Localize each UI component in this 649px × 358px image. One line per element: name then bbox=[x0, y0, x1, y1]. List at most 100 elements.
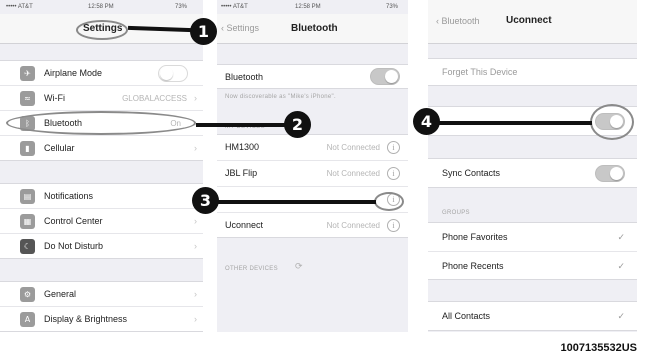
contact-groups-list: Phone Favorites ✓ Phone Recents ✓ bbox=[428, 222, 637, 280]
groups-header: GROUPS bbox=[442, 210, 470, 216]
status-bar: ••••• AT&T 12:58 PM 73% bbox=[217, 0, 408, 14]
group-row-phone-favorites[interactable]: Phone Favorites ✓ bbox=[428, 223, 637, 252]
wifi-icon: ≈ bbox=[20, 91, 35, 106]
bluetooth-row-highlight bbox=[6, 111, 196, 135]
row-label: Control Center bbox=[44, 216, 103, 226]
row-label: Cellular bbox=[44, 143, 75, 153]
forget-device-group: Forget This Device bbox=[428, 58, 637, 86]
device-status: Not Connected bbox=[326, 221, 380, 230]
device-row-uconnect[interactable]: Uconnect Not Connected i bbox=[217, 213, 408, 239]
group-row-phone-recents[interactable]: Phone Recents ✓ bbox=[428, 252, 637, 281]
cellular-icon: ▮ bbox=[20, 141, 35, 156]
info-icon[interactable]: i bbox=[387, 167, 400, 180]
info-icon-highlight bbox=[374, 192, 404, 211]
do-not-disturb-icon: ☾ bbox=[20, 239, 35, 254]
row-label: General bbox=[44, 289, 77, 299]
discoverable-note: Now discoverable as "Mike's iPhone". bbox=[225, 94, 336, 100]
callout-4: 4 bbox=[413, 108, 440, 135]
settings-row-notifications[interactable]: ▤ Notifications › bbox=[0, 184, 203, 209]
status-time: 12:58 PM bbox=[295, 4, 321, 10]
forget-device-button[interactable]: Forget This Device bbox=[442, 67, 517, 77]
uconnect-device-screen: ‹ Bluetooth Uconnect Forget This Device … bbox=[428, 0, 637, 332]
sync-contacts-toggle[interactable] bbox=[595, 165, 625, 182]
reference-code: 1007135532US bbox=[560, 342, 637, 354]
row-label: Airplane Mode bbox=[44, 68, 103, 78]
settings-row-cellular[interactable]: ▮ Cellular › bbox=[0, 136, 203, 161]
spinner-icon: ⟳ bbox=[295, 261, 303, 271]
device-name: JBL Flip bbox=[225, 168, 258, 178]
settings-row-display-brightness[interactable]: A Display & Brightness › bbox=[0, 307, 203, 332]
notifications-icon: ▤ bbox=[20, 189, 35, 204]
chevron-right-icon: › bbox=[194, 241, 197, 251]
settings-row-control-center[interactable]: ▦ Control Center › bbox=[0, 209, 203, 234]
checkmark-icon: ✓ bbox=[617, 311, 625, 321]
wifi-network-value: GLOBALACCESS bbox=[122, 94, 187, 103]
toggle-highlight bbox=[590, 104, 634, 140]
other-devices-header: OTHER DEVICES bbox=[225, 266, 278, 272]
bluetooth-screen: ••••• AT&T 12:58 PM 73% ‹ Settings Bluet… bbox=[217, 0, 408, 332]
carrier-label: ••••• AT&T bbox=[6, 4, 33, 10]
settings-row-general[interactable]: ⚙ General › bbox=[0, 282, 203, 307]
row-label: Phone Recents bbox=[442, 261, 504, 271]
bluetooth-navbar: ‹ Settings Bluetooth bbox=[217, 14, 408, 44]
row-label: Bluetooth bbox=[225, 72, 264, 82]
page-title: Uconnect bbox=[506, 15, 552, 26]
chevron-right-icon: › bbox=[194, 143, 197, 153]
settings-title-highlight bbox=[76, 20, 128, 40]
group-row-all-contacts[interactable]: All Contacts ✓ bbox=[428, 302, 637, 332]
back-button-bluetooth[interactable]: ‹ Bluetooth bbox=[436, 16, 480, 26]
general-icon: ⚙ bbox=[20, 287, 35, 302]
control-center-icon: ▦ bbox=[20, 214, 35, 229]
row-label: All Contacts bbox=[442, 311, 491, 321]
row-label: Sync Contacts bbox=[442, 168, 501, 178]
info-icon[interactable]: i bbox=[387, 219, 400, 232]
info-icon[interactable]: i bbox=[387, 141, 400, 154]
back-label: Bluetooth bbox=[441, 16, 480, 26]
callout-4-leader bbox=[438, 121, 592, 125]
device-status: Not Connected bbox=[326, 143, 380, 152]
carrier-label: ••••• AT&T bbox=[221, 4, 248, 10]
callout-3-leader bbox=[215, 200, 376, 204]
checkmark-icon: ✓ bbox=[617, 232, 625, 242]
all-contacts-group: All Contacts ✓ bbox=[428, 301, 637, 331]
callout-3: 3 bbox=[192, 187, 219, 214]
device-name: HM1300 bbox=[225, 142, 260, 152]
settings-row-airplane-mode[interactable]: ✈ Airplane Mode bbox=[0, 61, 203, 86]
row-label: Do Not Disturb bbox=[44, 241, 104, 251]
callout-2: 2 bbox=[284, 111, 311, 138]
bluetooth-toggle-group: Bluetooth bbox=[217, 64, 408, 89]
battery-percent: 73% bbox=[385, 4, 398, 10]
page-title: Bluetooth bbox=[291, 23, 338, 34]
back-button-settings[interactable]: ‹ Settings bbox=[221, 23, 259, 33]
row-label: Phone Favorites bbox=[442, 232, 508, 242]
status-time: 12:58 PM bbox=[88, 4, 114, 10]
row-label: Wi-Fi bbox=[44, 93, 65, 103]
settings-screen: ••••• AT&T 12:58 PM 73% Settings ✈ Airpl… bbox=[0, 0, 203, 332]
device-status: Not Connected bbox=[326, 169, 380, 178]
row-label: Display & Brightness bbox=[44, 314, 128, 324]
bluetooth-toggle[interactable] bbox=[370, 68, 400, 85]
device-row-jbl-flip[interactable]: JBL Flip Not Connected i bbox=[217, 161, 408, 187]
sync-contacts-group: Sync Contacts bbox=[428, 158, 637, 188]
callout-2-leader bbox=[196, 123, 288, 127]
device-name: Uconnect bbox=[225, 220, 264, 230]
settings-group-notifications: ▤ Notifications › ▦ Control Center › ☾ D… bbox=[0, 183, 203, 259]
display-brightness-icon: A bbox=[20, 312, 35, 327]
settings-group-general: ⚙ General › A Display & Brightness › bbox=[0, 281, 203, 332]
settings-row-do-not-disturb[interactable]: ☾ Do Not Disturb › bbox=[0, 234, 203, 259]
status-bar: ••••• AT&T 12:58 PM 73% bbox=[0, 0, 203, 14]
checkmark-icon: ✓ bbox=[617, 261, 625, 271]
back-label: Settings bbox=[226, 23, 260, 33]
chevron-right-icon: › bbox=[194, 216, 197, 226]
bluetooth-toggle-row: Bluetooth bbox=[217, 65, 408, 90]
airplane-icon: ✈ bbox=[20, 66, 35, 81]
airplane-mode-toggle[interactable] bbox=[158, 65, 188, 82]
sync-contacts-row: Sync Contacts bbox=[428, 159, 637, 189]
device-row-hm1300[interactable]: HM1300 Not Connected i bbox=[217, 135, 408, 161]
row-label: Notifications bbox=[44, 191, 94, 201]
uconnect-navbar: ‹ Bluetooth Uconnect bbox=[428, 0, 637, 44]
battery-percent: 73% bbox=[174, 4, 187, 10]
my-devices-list: HM1300 Not Connected i JBL Flip Not Conn… bbox=[217, 134, 408, 238]
settings-row-wifi[interactable]: ≈ Wi-Fi GLOBALACCESS › bbox=[0, 86, 203, 111]
forget-device-row[interactable]: Forget This Device bbox=[428, 59, 637, 87]
